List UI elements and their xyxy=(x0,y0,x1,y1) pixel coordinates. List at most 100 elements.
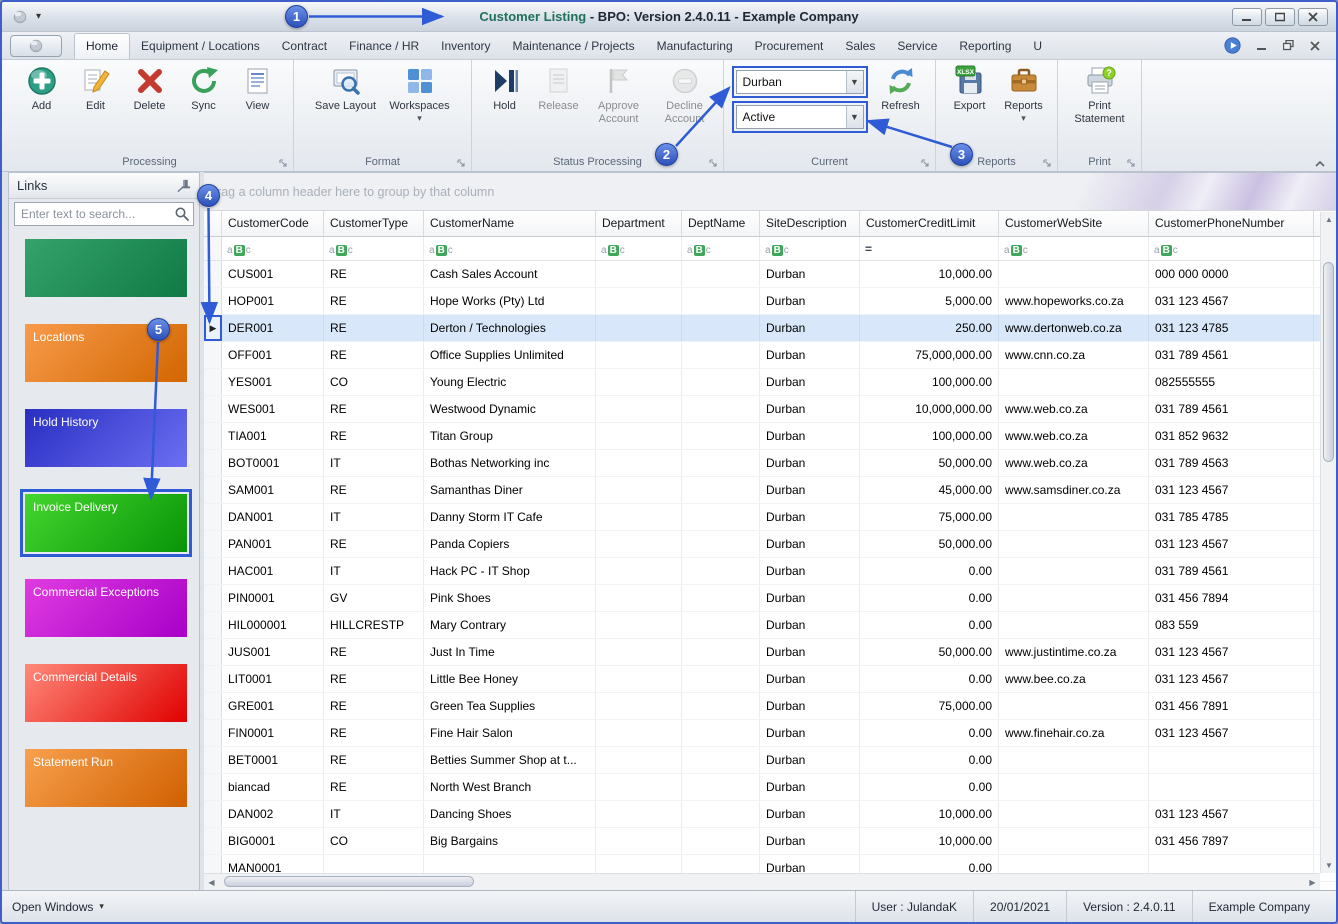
cell-customerwebsite[interactable] xyxy=(999,774,1149,800)
table-row-bet0001[interactable]: BET0001REBetties Summer Shop at t...Durb… xyxy=(204,747,1336,774)
cell-deptname[interactable] xyxy=(682,261,760,287)
cell-customercode[interactable]: JUS001 xyxy=(222,639,324,665)
filter-cell-customerphonenumber[interactable]: aBc xyxy=(1149,237,1314,260)
cell-department[interactable] xyxy=(596,531,682,557)
cell-sitedescription[interactable]: Durban xyxy=(760,693,860,719)
cell-sitedescription[interactable]: Durban xyxy=(760,342,860,368)
cell-customerphonenumber[interactable]: 031 123 4567 xyxy=(1149,531,1314,557)
cell-department[interactable] xyxy=(596,801,682,827)
cell-customertype[interactable]: RE xyxy=(324,639,424,665)
column-header-customerwebsite[interactable]: CustomerWebSite xyxy=(999,211,1149,236)
filter-cell-customertype[interactable]: aBc xyxy=(324,237,424,260)
cell-customercreditlimit[interactable]: 0.00 xyxy=(860,720,999,746)
table-row-wes001[interactable]: WES001REWestwood DynamicDurban10,000,000… xyxy=(204,396,1336,423)
table-row-sam001[interactable]: SAM001RESamanthas DinerDurban45,000.00ww… xyxy=(204,477,1336,504)
column-header-customertype[interactable]: CustomerType xyxy=(324,211,424,236)
cell-deptname[interactable] xyxy=(682,342,760,368)
cell-department[interactable] xyxy=(596,639,682,665)
cell-customercreditlimit[interactable]: 50,000.00 xyxy=(860,639,999,665)
cell-customercode[interactable]: HOP001 xyxy=(222,288,324,314)
cell-customerphonenumber[interactable]: 031 789 4561 xyxy=(1149,396,1314,422)
cell-customertype[interactable]: RE xyxy=(324,666,424,692)
cell-customerphonenumber[interactable]: 031 123 4567 xyxy=(1149,288,1314,314)
row-selector[interactable] xyxy=(204,720,222,746)
table-row-hac001[interactable]: HAC001ITHack PC - IT ShopDurban0.00031 7… xyxy=(204,558,1336,585)
cell-department[interactable] xyxy=(596,666,682,692)
cell-deptname[interactable] xyxy=(682,801,760,827)
cell-customertype[interactable]: IT xyxy=(324,558,424,584)
cell-customertype[interactable]: RE xyxy=(324,693,424,719)
cell-customername[interactable]: Bothas Networking inc xyxy=(424,450,596,476)
row-selector[interactable] xyxy=(204,261,222,287)
cell-customerwebsite[interactable]: www.web.co.za xyxy=(999,396,1149,422)
column-header-deptname[interactable]: DeptName xyxy=(682,211,760,236)
table-row-jus001[interactable]: JUS001REJust In TimeDurban50,000.00www.j… xyxy=(204,639,1336,666)
table-row-lit0001[interactable]: LIT0001RELittle Bee HoneyDurban0.00www.b… xyxy=(204,666,1336,693)
scroll-up-icon[interactable]: ▲ xyxy=(1321,212,1337,227)
cell-customername[interactable]: Samanthas Diner xyxy=(424,477,596,503)
cell-customercreditlimit[interactable]: 50,000.00 xyxy=(860,450,999,476)
filter-cell-sitedescription[interactable]: aBc xyxy=(760,237,860,260)
column-header-customername[interactable]: CustomerName xyxy=(424,211,596,236)
cell-deptname[interactable] xyxy=(682,828,760,854)
row-selector[interactable] xyxy=(204,774,222,800)
cell-sitedescription[interactable]: Durban xyxy=(760,450,860,476)
tab-inventory[interactable]: Inventory xyxy=(430,34,501,59)
cell-customercode[interactable]: FIN0001 xyxy=(222,720,324,746)
row-selector[interactable] xyxy=(204,504,222,530)
table-row-dan002[interactable]: DAN002ITDancing ShoesDurban10,000.00031 … xyxy=(204,801,1336,828)
table-row-hop001[interactable]: HOP001REHope Works (Pty) LtdDurban5,000.… xyxy=(204,288,1336,315)
cell-department[interactable] xyxy=(596,450,682,476)
cell-customertype[interactable]: CO xyxy=(324,369,424,395)
cell-customername[interactable]: Mary Contrary xyxy=(424,612,596,638)
cell-customerphonenumber[interactable]: 031 456 7891 xyxy=(1149,693,1314,719)
horizontal-scrollbar[interactable]: ◀ ▶ xyxy=(204,873,1320,890)
cell-department[interactable] xyxy=(596,558,682,584)
cell-sitedescription[interactable]: Durban xyxy=(760,261,860,287)
cell-deptname[interactable] xyxy=(682,531,760,557)
tab-reporting[interactable]: Reporting xyxy=(948,34,1022,59)
cell-customername[interactable]: Westwood Dynamic xyxy=(424,396,596,422)
search-input[interactable] xyxy=(14,202,194,226)
cell-customerwebsite[interactable]: www.samsdiner.co.za xyxy=(999,477,1149,503)
cell-customercreditlimit[interactable]: 10,000,000.00 xyxy=(860,396,999,422)
cell-customername[interactable]: Panda Copiers xyxy=(424,531,596,557)
open-windows-button[interactable]: Open Windows▾ xyxy=(12,900,104,914)
cell-customercreditlimit[interactable]: 100,000.00 xyxy=(860,369,999,395)
cell-department[interactable] xyxy=(596,720,682,746)
cell-customercreditlimit[interactable]: 75,000.00 xyxy=(860,504,999,530)
row-selector[interactable] xyxy=(204,288,222,314)
cell-customercreditlimit[interactable]: 50,000.00 xyxy=(860,531,999,557)
cell-sitedescription[interactable]: Durban xyxy=(760,585,860,611)
cell-customerwebsite[interactable]: www.hopeworks.co.za xyxy=(999,288,1149,314)
cell-customercreditlimit[interactable]: 100,000.00 xyxy=(860,423,999,449)
table-row-pan001[interactable]: PAN001REPanda CopiersDurban50,000.00031 … xyxy=(204,531,1336,558)
dialog-launcher-icon[interactable] xyxy=(456,158,466,168)
table-row-bot0001[interactable]: BOT0001ITBothas Networking incDurban50,0… xyxy=(204,450,1336,477)
cell-customerphonenumber[interactable]: 031 123 4567 xyxy=(1149,477,1314,503)
cell-customername[interactable]: Just In Time xyxy=(424,639,596,665)
cell-customerwebsite[interactable]: www.web.co.za xyxy=(999,450,1149,476)
row-selector[interactable] xyxy=(204,747,222,773)
cell-customercode[interactable]: CUS001 xyxy=(222,261,324,287)
cell-customertype[interactable]: RE xyxy=(324,747,424,773)
save-layout-button[interactable]: Save Layout xyxy=(309,62,383,116)
row-selector[interactable] xyxy=(204,369,222,395)
row-selector[interactable] xyxy=(204,558,222,584)
collapse-ribbon-icon[interactable] xyxy=(1314,159,1326,169)
cell-customercreditlimit[interactable]: 45,000.00 xyxy=(860,477,999,503)
cell-customername[interactable]: Pink Shoes xyxy=(424,585,596,611)
cell-deptname[interactable] xyxy=(682,720,760,746)
cell-customercreditlimit[interactable]: 250.00 xyxy=(860,315,999,341)
cell-deptname[interactable] xyxy=(682,369,760,395)
table-row-yes001[interactable]: YES001COYoung ElectricDurban100,000.0008… xyxy=(204,369,1336,396)
cell-customercode[interactable]: HIL000001 xyxy=(222,612,324,638)
cell-department[interactable] xyxy=(596,828,682,854)
cell-deptname[interactable] xyxy=(682,639,760,665)
cell-customercreditlimit[interactable]: 5,000.00 xyxy=(860,288,999,314)
child-minimize-icon[interactable] xyxy=(1257,41,1267,51)
filter-cell-deptname[interactable]: aBc xyxy=(682,237,760,260)
cell-customername[interactable]: Hope Works (Pty) Ltd xyxy=(424,288,596,314)
view-button[interactable]: View xyxy=(231,62,285,116)
cell-customertype[interactable]: RE xyxy=(324,720,424,746)
